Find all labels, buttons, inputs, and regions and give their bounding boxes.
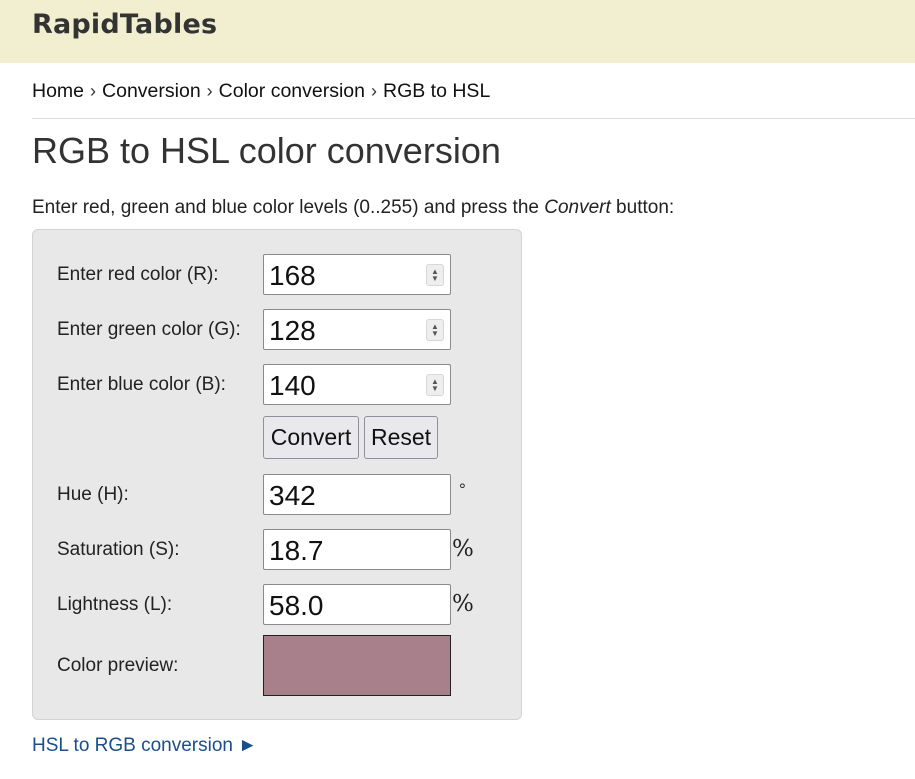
green-field: ▲▼: [263, 309, 451, 350]
color-preview-swatch: [263, 635, 451, 696]
green-label: Enter green color (G):: [57, 319, 241, 340]
lightness-field: [263, 584, 451, 625]
hsl-to-rgb-link[interactable]: HSL to RGB conversion ►: [32, 735, 257, 757]
degree-unit: °: [459, 480, 466, 499]
breadcrumb-separator: ›: [371, 81, 377, 101]
breadcrumb: Home › Conversion › Color conversion › RGB to …: [32, 80, 490, 103]
page-title: RGB to HSL color conversion: [32, 130, 501, 171]
saturation-field: [263, 529, 451, 570]
blue-field: ▲▼: [263, 364, 451, 405]
blue-input[interactable]: [264, 365, 450, 404]
breadcrumb-color-conversion[interactable]: Color conversion: [219, 80, 365, 102]
intro-emphasis: Convert: [544, 197, 611, 218]
breadcrumb-conversion[interactable]: Conversion: [102, 80, 201, 102]
breadcrumb-separator: ›: [90, 81, 97, 101]
hue-output[interactable]: [264, 475, 450, 514]
hue-label: Hue (H):: [57, 484, 129, 505]
intro-text: Enter red, green and blue color levels (…: [32, 197, 674, 219]
hue-field: [263, 474, 451, 515]
red-label: Enter red color (R):: [57, 264, 219, 285]
lightness-output[interactable]: [264, 585, 450, 624]
saturation-unit: %: [452, 536, 474, 562]
intro-text-start: Enter red, green and blue color levels (…: [32, 197, 545, 218]
breadcrumb-separator: ›: [206, 81, 213, 101]
site-logo[interactable]: RapidTables: [32, 9, 217, 40]
blue-spinner-icon[interactable]: ▲ ▼: [426, 374, 444, 396]
intro-text-end: button:: [610, 197, 675, 218]
color-preview-label: Color preview:: [57, 655, 179, 676]
green-input[interactable]: [264, 310, 450, 349]
saturation-label: Saturation (S):: [57, 539, 180, 560]
breadcrumb-current[interactable]: RGB to HSL: [383, 80, 490, 102]
site-header: RapidTables: [0, 0, 915, 63]
lightness-label: Lightness (L):: [57, 594, 173, 615]
reset-button[interactable]: Reset: [364, 416, 438, 459]
red-input[interactable]: [264, 255, 450, 294]
convert-button[interactable]: Convert: [263, 416, 359, 459]
saturation-output[interactable]: [264, 530, 450, 569]
breadcrumb-home[interactable]: Home: [32, 80, 84, 102]
red-field: ▲▼: [263, 254, 451, 295]
lightness-unit: %: [452, 591, 474, 617]
blue-label: Enter blue color (B):: [57, 374, 226, 395]
divider: [32, 118, 915, 119]
green-spinner-icon[interactable]: ▲ ▼: [426, 319, 444, 341]
red-spinner-icon[interactable]: ▲ ▼: [426, 264, 444, 286]
